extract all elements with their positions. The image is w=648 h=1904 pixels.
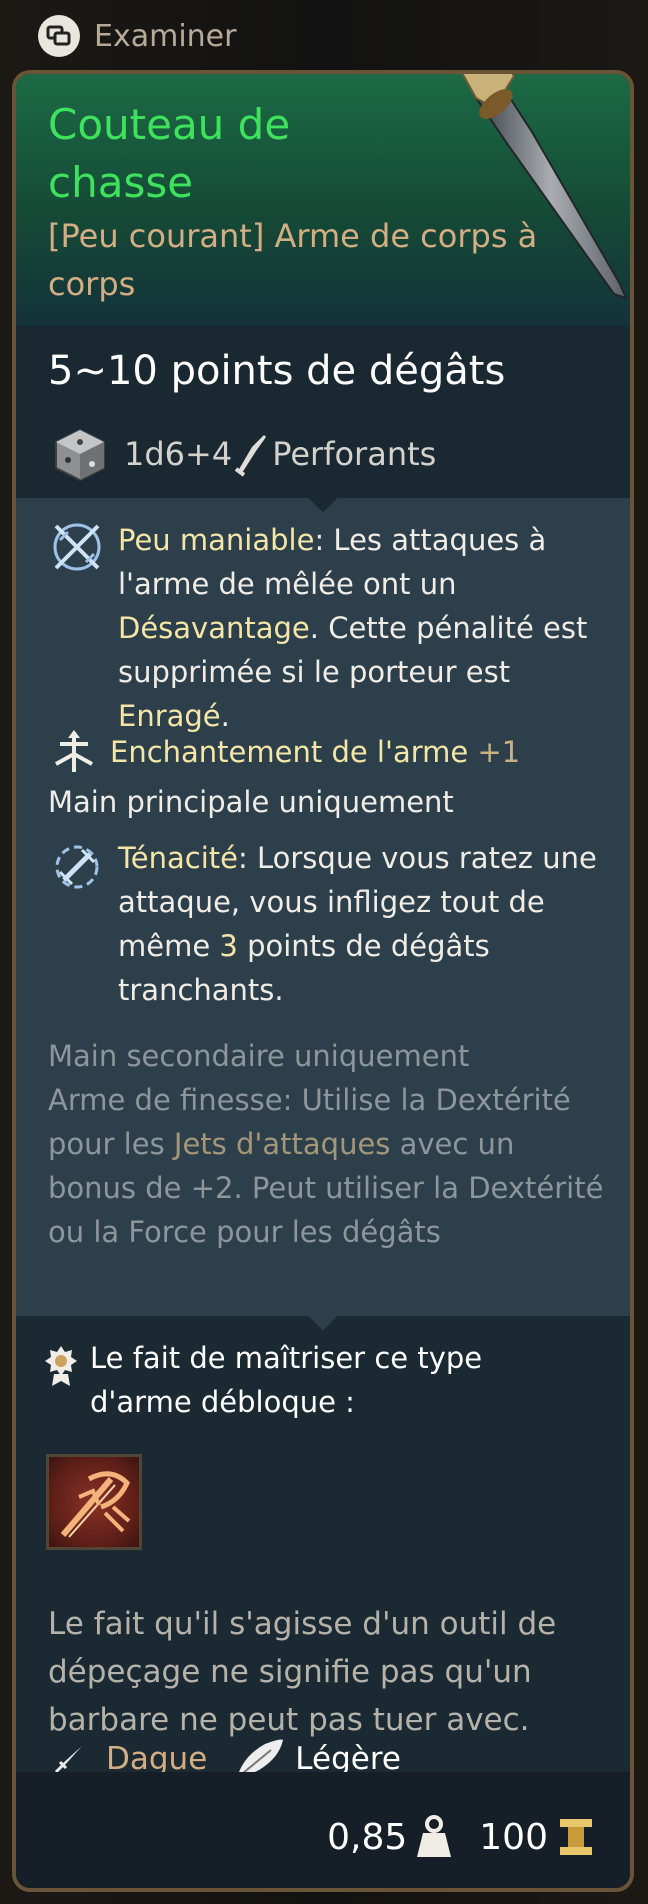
tenacity-value: 3: [219, 929, 238, 963]
tenacity-icon: [55, 845, 99, 889]
unwieldy-name[interactable]: Peu maniable: [118, 523, 314, 557]
title-section: Couteau de chasse [Peu courant] Arme de …: [16, 74, 630, 326]
unwieldy-property: Peu maniable: Les attaques à l'arme de m…: [118, 523, 588, 733]
damage-section: 5~10 points de dégâts 1d6+4 Perforants: [16, 326, 630, 498]
weapon-enchantment: Enchantement de l'arme +1: [110, 735, 521, 769]
item-weight: 0,85: [327, 1816, 408, 1858]
controller-button-icon[interactable]: [38, 15, 80, 57]
flavor-text: Le fait qu'il s'agisse d'un outil de dép…: [48, 1606, 557, 1738]
dice-icon: [55, 428, 105, 482]
enraged-link[interactable]: Enragé: [118, 699, 221, 733]
enchant-bonus: +1: [477, 735, 521, 769]
mastery-section: Le fait de maîtriser ce type d'arme débl…: [16, 1316, 630, 1779]
dagger-icon: [54, 1746, 82, 1774]
unwieldy-icon: [53, 523, 101, 571]
item-value-row: 0,85 100: [327, 1812, 594, 1862]
item-name: Couteau de chasse: [48, 100, 291, 207]
blade-slash-skill-icon[interactable]: [46, 1454, 142, 1550]
disadvantage-link[interactable]: Désavantage: [118, 611, 310, 645]
gold-icon: [560, 1819, 592, 1855]
footer-section: 0,85 100: [16, 1772, 630, 1888]
piercing-icon: [235, 435, 267, 477]
proficiency-icon: [45, 1346, 77, 1386]
item-price: 100: [479, 1816, 548, 1858]
tenacity-name[interactable]: Ténacité: [118, 841, 238, 875]
damage-range: 5~10 points de dégâts: [48, 348, 506, 394]
hunting-knife-icon: [461, 74, 628, 300]
damage-dice-row: 1d6+4 Perforants: [52, 424, 436, 484]
damage-dice: 1d6+4: [124, 435, 233, 473]
off-hand-only: Main secondaire uniquement: [48, 1039, 470, 1073]
tenacity-property: Ténacité: Lorsque vous ratez une attaque…: [118, 841, 597, 1007]
damage-type: Perforants: [272, 435, 437, 473]
properties-section: Peu maniable: Les attaques à l'arme de m…: [16, 481, 630, 1331]
finesse-property: Arme de finesse: Utilise la Dextérité po…: [48, 1083, 604, 1249]
mastery-unlock-text: Le fait de maîtriser ce type d'arme débl…: [90, 1341, 483, 1419]
main-hand-only: Main principale uniquement: [48, 785, 454, 819]
weight-icon: [417, 1815, 452, 1857]
attack-rolls-link[interactable]: Jets d'attaques: [174, 1127, 391, 1161]
examine-label: Examiner: [94, 18, 237, 54]
examine-prompt[interactable]: Examiner: [38, 14, 236, 58]
item-tooltip: Couteau de chasse [Peu courant] Arme de …: [12, 70, 634, 1892]
weapon-enchantment-icon: [55, 730, 93, 772]
